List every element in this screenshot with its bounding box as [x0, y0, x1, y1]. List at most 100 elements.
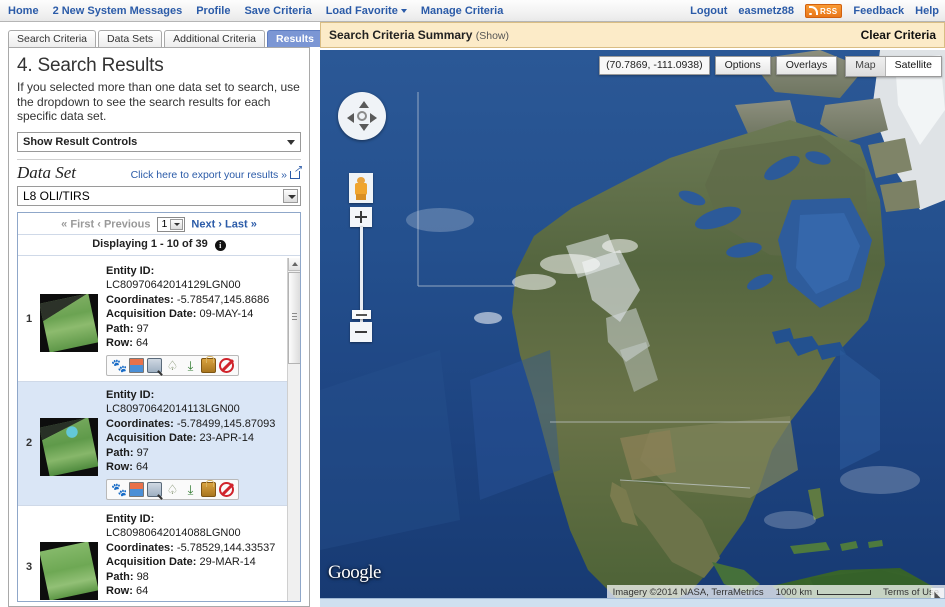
- footprint-icon[interactable]: 🐾: [111, 482, 127, 497]
- table-row[interactable]: 3 Entity ID: LC80980642014088LGN00 Coord…: [18, 505, 287, 601]
- nav-help[interactable]: Help: [915, 5, 939, 17]
- metadata-icon[interactable]: [147, 357, 162, 373]
- map-options-button[interactable]: Options: [714, 56, 771, 75]
- value-coordinates: -5.78499,145.87093: [176, 417, 276, 430]
- compare-icon[interactable]: ♤: [165, 358, 180, 373]
- pan-right-icon[interactable]: [370, 113, 377, 123]
- footprint-icon[interactable]: 🐾: [111, 358, 127, 373]
- nav-load-favorite-label: Load Favorite: [325, 4, 398, 17]
- displaying-text: Displaying 1 - 10 of 39: [92, 237, 208, 250]
- nav-load-favorite[interactable]: Load Favorite: [326, 5, 407, 17]
- nav-save-criteria[interactable]: Save Criteria: [244, 5, 311, 17]
- zoom-out-button[interactable]: [350, 322, 372, 342]
- result-row: Row: 64: [106, 336, 283, 351]
- scroll-up-button[interactable]: [288, 257, 300, 271]
- label-path: Path:: [106, 322, 134, 335]
- chevron-down-icon: [400, 8, 407, 13]
- label-path: Path:: [106, 446, 134, 459]
- pager-last[interactable]: Last »: [225, 218, 257, 230]
- table-row[interactable]: 2 Entity ID: LC80970642014113LGN00 Coord…: [18, 381, 287, 506]
- zoom-in-button[interactable]: [350, 207, 372, 227]
- results-description: If you selected more than one data set t…: [17, 80, 300, 123]
- value-path: 98: [136, 570, 149, 583]
- pager-page-select[interactable]: 1: [156, 216, 186, 232]
- nav-system-messages[interactable]: 2 New System Messages: [53, 5, 183, 17]
- result-path: Path: 97: [106, 446, 283, 461]
- map-panel: Search Criteria Summary (Show) Clear Cri…: [320, 22, 945, 607]
- bulk-order-icon[interactable]: [201, 479, 216, 497]
- result-index: 1: [25, 313, 33, 325]
- download-icon[interactable]: ⤓: [183, 358, 198, 373]
- info-icon[interactable]: i: [214, 239, 226, 251]
- pan-up-icon[interactable]: [359, 101, 369, 108]
- tab-results[interactable]: Results: [267, 30, 323, 47]
- scrollbar-thumb[interactable]: [288, 271, 300, 364]
- value-entity-id: LC80970642014113LGN00: [106, 403, 240, 415]
- result-thumbnail[interactable]: [40, 294, 98, 352]
- search-results-panel: Search Criteria Data Sets Additional Cri…: [0, 22, 323, 607]
- results-list[interactable]: 1 Entity ID: LC80970642014129LGN00 Coord…: [18, 257, 287, 601]
- export-results-link[interactable]: Click here to export your results »: [131, 165, 302, 181]
- zoom-slider-track[interactable]: [360, 227, 363, 322]
- pan-center-icon[interactable]: [357, 111, 367, 121]
- nav-feedback[interactable]: Feedback: [853, 5, 904, 17]
- show-result-controls-dropdown[interactable]: Show Result Controls: [17, 131, 301, 152]
- zoom-slider-handle[interactable]: [352, 310, 371, 319]
- label-path: Path:: [106, 570, 134, 583]
- result-row: Row: 64: [106, 584, 283, 599]
- map-type-map[interactable]: Map: [846, 57, 885, 76]
- nav-username[interactable]: easmetz88: [738, 5, 794, 17]
- compare-icon[interactable]: ♤: [165, 482, 180, 497]
- pager-next[interactable]: Next ›: [191, 218, 222, 230]
- pager-first[interactable]: « First: [61, 218, 94, 230]
- result-index: 2: [25, 437, 33, 449]
- map-overlays-button[interactable]: Overlays: [775, 56, 838, 75]
- pan-down-icon[interactable]: [359, 124, 369, 131]
- label-acquisition-date: Acquisition Date:: [106, 432, 197, 444]
- nav-home[interactable]: Home: [8, 5, 39, 17]
- restricted-icon[interactable]: [219, 481, 234, 497]
- criteria-summary-toggle[interactable]: (Show): [476, 30, 509, 42]
- bulk-order-icon[interactable]: [201, 355, 216, 373]
- rss-feed-button[interactable]: RSS: [805, 4, 843, 18]
- map-pan-control[interactable]: [338, 92, 386, 140]
- label-entity-id: Entity ID:: [106, 388, 155, 401]
- coordinate-readout: (70.7869, -111.0938): [599, 56, 710, 75]
- value-row: 64: [135, 461, 149, 473]
- pegman-street-view-icon[interactable]: [349, 173, 373, 203]
- result-entity-id: Entity ID: LC80970642014113LGN00: [106, 388, 283, 417]
- pan-left-icon[interactable]: [347, 113, 354, 123]
- table-row[interactable]: 1 Entity ID: LC80970642014129LGN00 Coord…: [18, 257, 287, 382]
- metadata-icon[interactable]: [147, 481, 162, 497]
- top-navigation-bar: Home 2 New System Messages Profile Save …: [0, 0, 945, 22]
- results-list-scrollbar[interactable]: [287, 257, 300, 601]
- value-entity-id: LC80980642014088LGN00: [106, 527, 241, 539]
- clear-criteria-button[interactable]: Clear Criteria: [861, 28, 936, 42]
- browse-overlay-icon[interactable]: [129, 481, 144, 497]
- tab-search-criteria[interactable]: Search Criteria: [8, 30, 97, 47]
- label-coordinates: Coordinates:: [106, 541, 174, 554]
- map-type-satellite[interactable]: Satellite: [884, 57, 941, 76]
- dataset-label: Data Set: [17, 162, 77, 182]
- pager-previous[interactable]: ‹ Previous: [97, 218, 150, 230]
- result-thumbnail[interactable]: [40, 418, 98, 476]
- label-row: Row:: [106, 337, 133, 349]
- dataset-select[interactable]: L8 OLI/TIRS: [17, 185, 301, 206]
- value-path: 97: [136, 322, 149, 335]
- value-acquisition-date: 09-MAY-14: [199, 308, 254, 320]
- result-thumbnail[interactable]: [40, 542, 98, 600]
- browse-overlay-icon[interactable]: [129, 357, 144, 373]
- map-viewport[interactable]: (70.7869, -111.0938) Options Overlays Ma…: [320, 50, 945, 602]
- page-title: 4. Search Results: [17, 55, 164, 76]
- download-icon[interactable]: ⤓: [183, 482, 198, 497]
- tab-data-sets[interactable]: Data Sets: [98, 30, 163, 47]
- nav-profile[interactable]: Profile: [196, 5, 230, 17]
- nav-logout[interactable]: Logout: [690, 5, 727, 17]
- restricted-icon[interactable]: [219, 357, 234, 373]
- result-acquisition-date: Acquisition Date: 29-MAR-14: [106, 555, 283, 570]
- map-top-controls: (70.7869, -111.0938) Options Overlays Ma…: [599, 56, 942, 77]
- label-row: Row:: [106, 585, 133, 597]
- google-logo: Google: [328, 562, 381, 583]
- nav-manage-criteria[interactable]: Manage Criteria: [421, 5, 504, 17]
- tab-additional-criteria[interactable]: Additional Criteria: [164, 30, 266, 47]
